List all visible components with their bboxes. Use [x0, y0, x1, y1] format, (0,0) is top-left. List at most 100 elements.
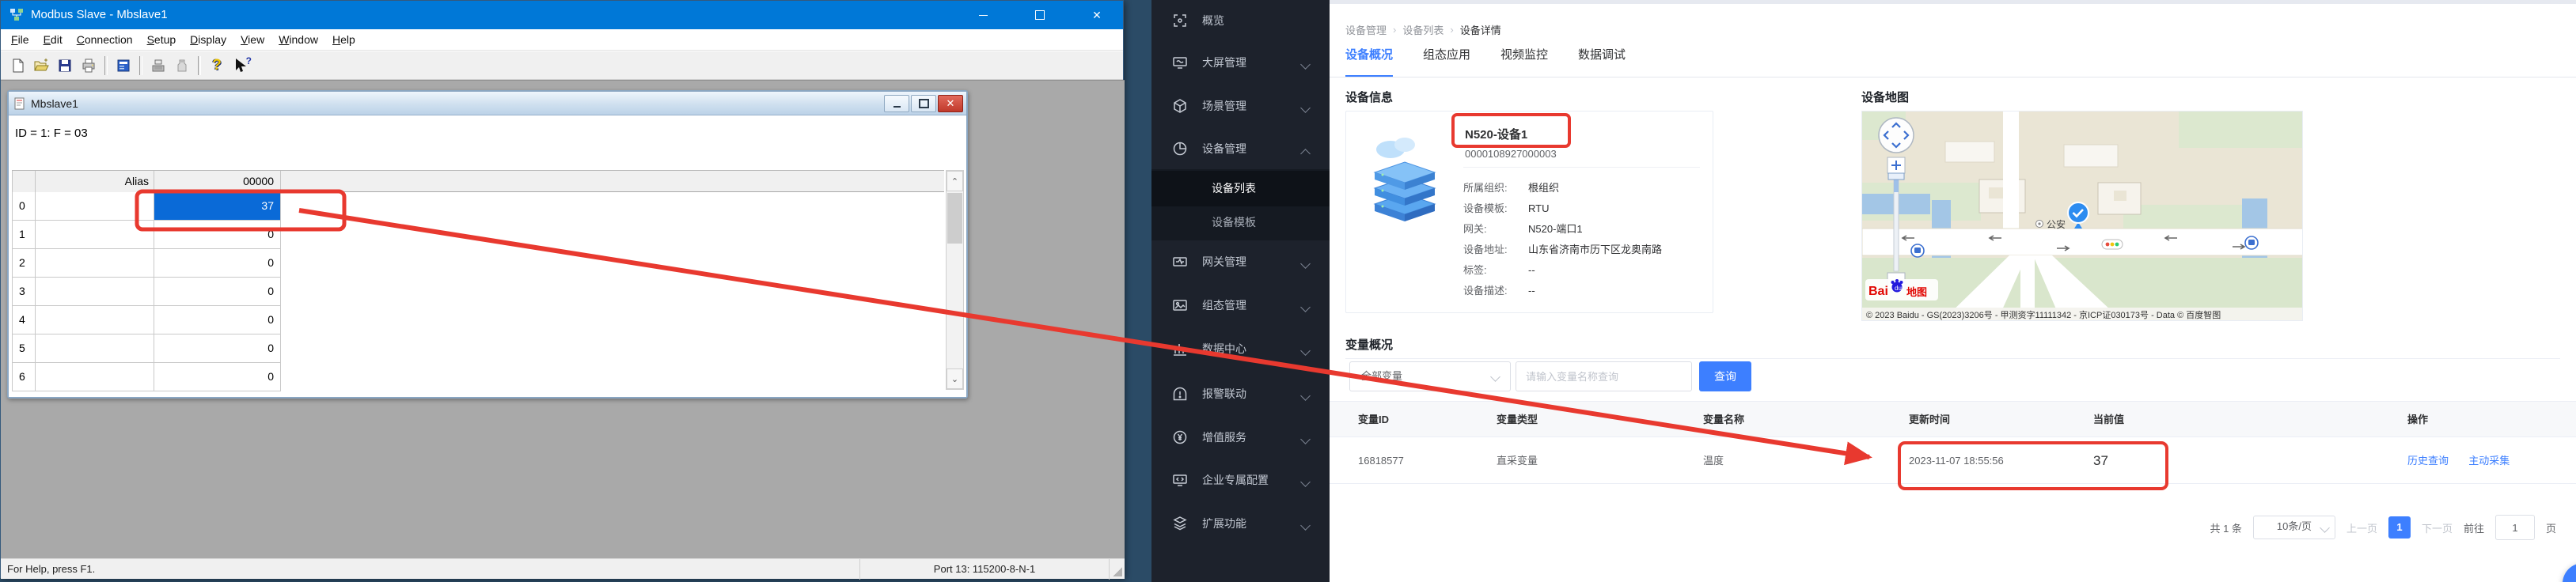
close-button[interactable]: ✕	[1079, 1, 1115, 29]
scrollbar-thumb[interactable]	[947, 193, 962, 244]
menu-connection[interactable]: Connection	[70, 29, 140, 51]
sidebar-item-extended-functions[interactable]: 扩展功能	[1151, 503, 1330, 544]
breadcrumb-device-list[interactable]: 设备列表	[1402, 22, 1444, 37]
sidebar-item-device-template[interactable]: 设备模板	[1151, 205, 1330, 240]
menu-file[interactable]: File	[4, 29, 36, 51]
chevron-down-icon	[1300, 259, 1311, 269]
header-current-value: 当前值	[2093, 402, 2124, 438]
maximize-button[interactable]	[1022, 1, 1058, 29]
help-button[interactable]: ?	[205, 55, 229, 77]
sidebar-item-overview[interactable]: 概览	[1151, 0, 1330, 41]
baidu-map-canvas[interactable]: 公安	[1862, 111, 2303, 321]
register-cell[interactable]: 0	[154, 363, 281, 391]
sidebar-item-scene-manage[interactable]: 场景管理	[1151, 85, 1330, 127]
register-cell-selected[interactable]: 37	[154, 192, 281, 221]
active-collect-link[interactable]: 主动采集	[2468, 455, 2510, 467]
variable-search-input[interactable]	[1516, 361, 1692, 391]
child-titlebar[interactable]: Mbslave1 ✕	[9, 92, 966, 115]
goto-suffix: 页	[2546, 520, 2556, 535]
alias-cell[interactable]	[36, 334, 154, 363]
menu-view[interactable]: View	[233, 29, 271, 51]
next-page-button[interactable]: 下一页	[2422, 520, 2453, 535]
alarm-icon	[1172, 386, 1188, 402]
breadcrumb-device-manage[interactable]: 设备管理	[1345, 22, 1387, 37]
alias-cell[interactable]	[36, 221, 154, 249]
display-setup-button[interactable]	[112, 55, 135, 77]
breadcrumb-separator: ›	[1450, 24, 1453, 36]
register-cell[interactable]: 0	[154, 221, 281, 249]
resize-grip[interactable]	[1113, 567, 1122, 576]
chevron-down-icon	[1300, 302, 1311, 312]
menu-window[interactable]: Window	[271, 29, 325, 51]
menu-setup[interactable]: Setup	[140, 29, 184, 51]
search-button[interactable]: 查询	[1699, 361, 1751, 391]
data-center-icon	[1172, 341, 1188, 357]
sidebar-item-device-manage[interactable]: 设备管理	[1151, 128, 1330, 169]
menu-help[interactable]: Help	[325, 29, 362, 51]
register-cell[interactable]: 0	[154, 249, 281, 278]
page-size-select[interactable]: 10条/页	[2253, 516, 2335, 539]
device-map[interactable]: 公安	[1861, 111, 2303, 321]
tab-config-app[interactable]: 组态应用	[1423, 46, 1470, 77]
save-button[interactable]	[53, 55, 77, 77]
toolbar: ? ?	[1, 51, 1123, 80]
field-tag: 标签:--	[1463, 260, 1535, 281]
tab-device-overview[interactable]: 设备概况	[1345, 46, 1393, 77]
register-cell[interactable]: 0	[154, 334, 281, 363]
register-cell[interactable]: 0	[154, 306, 281, 334]
modbus-titlebar[interactable]: Modbus Slave - Mbslave1 ✕	[1, 1, 1123, 29]
register-cell[interactable]: 0	[154, 278, 281, 306]
modbus-slave-window: Modbus Slave - Mbslave1 ✕ File Edit Conn…	[0, 0, 1124, 578]
tab-video-monitor[interactable]: 视频监控	[1500, 46, 1548, 77]
minimize-button[interactable]	[965, 1, 1001, 29]
field-description: 设备描述:--	[1463, 281, 1535, 301]
vertical-scrollbar[interactable]: ⌃ ⌄	[946, 170, 964, 390]
alias-cell[interactable]	[36, 249, 154, 278]
child-maximize-button[interactable]	[911, 95, 936, 112]
prev-page-button[interactable]: 上一页	[2346, 520, 2377, 535]
menu-display[interactable]: Display	[183, 29, 233, 51]
alias-cell[interactable]	[36, 278, 154, 306]
device-stack-icon	[1365, 132, 1444, 227]
header-variable-type: 变量类型	[1497, 402, 1538, 438]
save-icon	[57, 58, 73, 74]
connection-setup-button[interactable]	[170, 55, 194, 77]
tab-data-debug[interactable]: 数据调试	[1578, 46, 1626, 77]
status-bar: For Help, press F1. Port 13: 115200-8-N-…	[1, 558, 1125, 579]
goto-page-input[interactable]	[2495, 515, 2535, 540]
sidebar-item-screen-manage[interactable]: 大屏管理	[1151, 42, 1330, 83]
sidebar-item-enterprise-config[interactable]: 企业专属配置	[1151, 459, 1330, 501]
sidebar-item-gateway-manage[interactable]: 网关管理	[1151, 241, 1330, 282]
tab-bar: 设备概况 组态应用 视频监控 数据调试	[1345, 46, 1626, 77]
scroll-up-button[interactable]: ⌃	[947, 171, 963, 191]
sidebar-item-data-center[interactable]: 数据中心	[1151, 328, 1330, 369]
new-file-button[interactable]	[6, 55, 29, 77]
open-file-button[interactable]	[29, 55, 53, 77]
floating-help-button[interactable]	[2563, 563, 2576, 582]
minimize-icon	[979, 15, 988, 16]
sidebar-item-device-list[interactable]: 设备列表	[1151, 171, 1330, 206]
context-help-button[interactable]: ?	[229, 55, 252, 77]
print-icon	[81, 58, 97, 74]
sidebar-item-alarm-linkage[interactable]: 报警联动	[1151, 373, 1330, 414]
alias-cell[interactable]	[36, 363, 154, 391]
history-query-link[interactable]: 历史查询	[2407, 455, 2449, 467]
menu-edit[interactable]: Edit	[36, 29, 70, 51]
alias-cell[interactable]	[36, 192, 154, 221]
grid-header-00000[interactable]: 00000	[154, 171, 281, 192]
alias-cell[interactable]	[36, 306, 154, 334]
child-close-button[interactable]: ✕	[938, 95, 963, 112]
print-button[interactable]	[77, 55, 101, 77]
map-pan-control[interactable]	[1879, 118, 1914, 153]
slave-definition-button[interactable]	[146, 55, 170, 77]
chevron-down-icon	[1300, 434, 1311, 444]
cell-variable-type: 直采变量	[1497, 437, 1538, 484]
grid-header-alias[interactable]: Alias	[36, 171, 154, 192]
current-page-button[interactable]: 1	[2388, 516, 2411, 539]
sidebar-item-config-manage[interactable]: 组态管理	[1151, 285, 1330, 326]
scroll-down-button[interactable]: ⌄	[947, 368, 963, 389]
sidebar-item-value-services[interactable]: 增值服务	[1151, 417, 1330, 458]
child-minimize-button[interactable]	[884, 95, 909, 112]
scene-icon	[1172, 98, 1188, 114]
variable-type-select[interactable]: 全部变量	[1349, 361, 1511, 391]
